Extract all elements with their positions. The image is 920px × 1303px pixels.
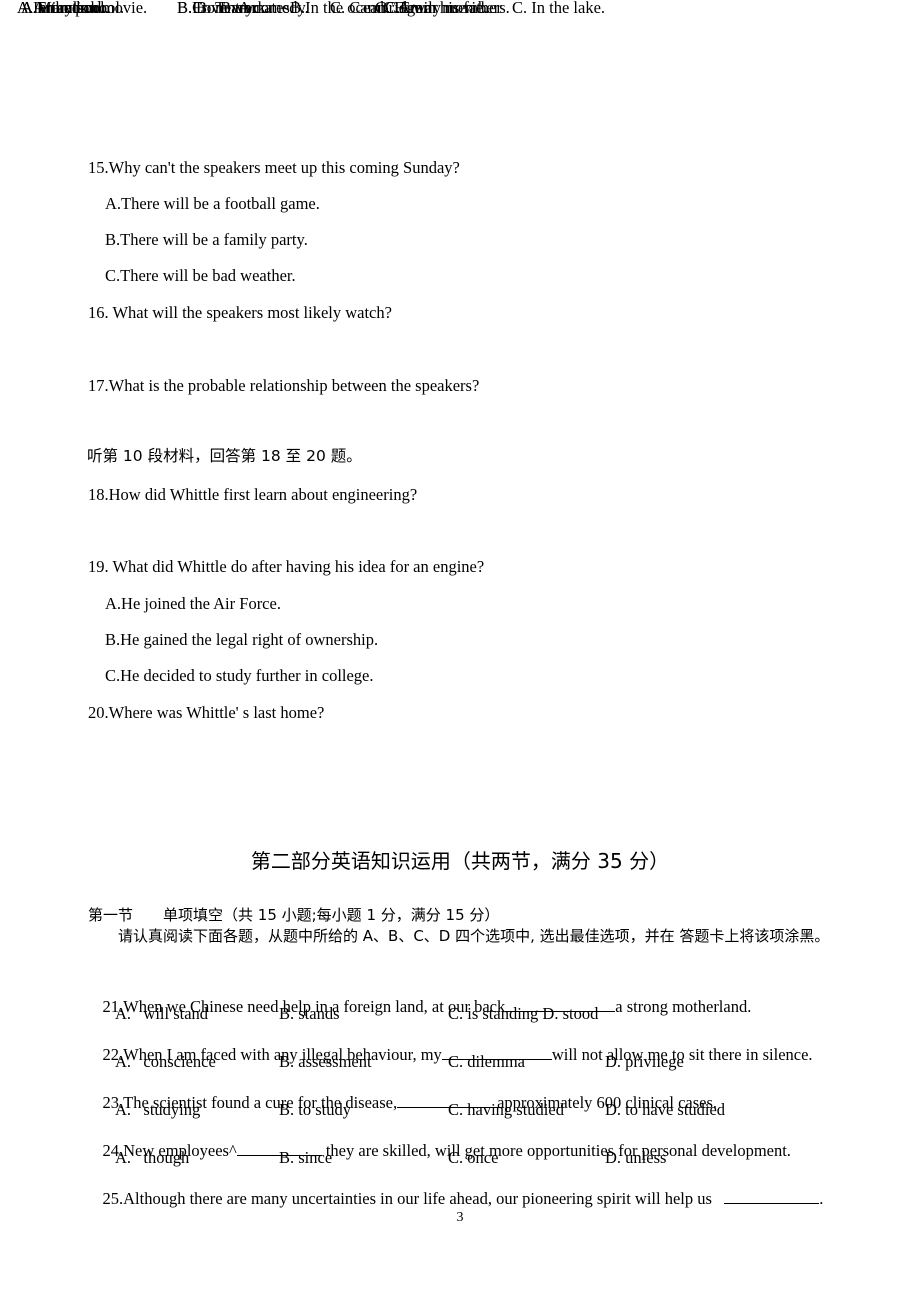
question-stem-17: 17.What is the probable relationship bet…: [88, 376, 480, 395]
option-d-q24: D. unless: [605, 1148, 667, 1167]
option-c-q19: C.He decided to study further in college…: [105, 666, 374, 685]
section-one-directions: 请认真阅读下面各题，从题中所给的 A、B、C、D 四个选项中, 选出最佳选项，并…: [88, 927, 830, 945]
page-number: 3: [456, 1210, 464, 1225]
question-stem-18: 18.How did Whittle first learn about eng…: [88, 485, 418, 504]
options-row-q21: A. will stand B. stands C. is standing D…: [86, 1004, 846, 1026]
option-a-q15: A.There will be a football game.: [105, 194, 320, 213]
option-b-q15: B.There will be a family party.: [105, 230, 308, 249]
answer-blank-25[interactable]: [724, 1202, 820, 1204]
stem-text-after-25: .: [819, 1188, 824, 1208]
options-row-q24: A. though B. since C. once D. unless: [86, 1148, 846, 1170]
option-b-q22: B. assessment: [279, 1052, 372, 1071]
question-stem-20: 20.Where was Whittle' s last home?: [88, 703, 325, 722]
option-c-q21: C. is standing D. stood: [448, 1004, 599, 1023]
option-c-q20: C. Cambridge.: [330, 0, 427, 17]
option-c-q24: C. once: [448, 1148, 499, 1167]
option-b-q20: B.Coventry.: [177, 0, 257, 17]
option-b-q21: B. stands: [279, 1004, 340, 1023]
option-b-q19: B.He gained the legal right of ownership…: [105, 630, 379, 649]
option-d-q22: D. privilege: [605, 1052, 684, 1071]
option-b-q23: B. to study: [279, 1100, 351, 1119]
document-page: A.In the pool. B.In the ocean. C. In the…: [0, 0, 920, 1303]
option-c: C. In the lake.: [512, 0, 606, 17]
option-a-q19: A.He joined the Air Force.: [105, 594, 281, 613]
question-stem-15: 15.Why can't the speakers meet up this c…: [88, 158, 460, 177]
question-stem-16: 16. What will the speakers most likely w…: [88, 303, 392, 322]
options-row-q23: A. studying B. to study C. having studie…: [86, 1100, 846, 1122]
part-two-heading: 第二部分英语知识运用（共两节，满分 35 分）: [250, 849, 670, 873]
stem-text-before-25: 25.Although there are many uncertainties…: [102, 1188, 725, 1208]
option-d-q23: D. to have studied: [605, 1100, 726, 1119]
listening-material-notice: 听第 10 段材料，回答第 18 至 20 题。: [87, 447, 362, 465]
option-a-q21: A. will stand: [115, 1004, 209, 1023]
option-c-q15: C.There will be bad weather.: [105, 266, 296, 285]
question-stem-19: 19. What did Whittle do after having his…: [88, 557, 485, 576]
option-a-q23: A. studying: [115, 1100, 201, 1119]
options-row-q22: A. conscience B. assessment C. dilemma D…: [86, 1052, 846, 1074]
option-a-q22: A. conscience: [115, 1052, 216, 1071]
section-one-title: 第一节 单项填空（共 15 小题;每小题 1 分，满分 15 分）: [88, 906, 500, 924]
option-a-q20: A.Maryland.: [21, 0, 106, 17]
option-b-q24: B. since: [279, 1148, 333, 1167]
option-c-q22: C. dilemma: [448, 1052, 525, 1071]
option-c-q23: C. having studied: [448, 1100, 564, 1119]
option-a-q24: A. though: [115, 1148, 190, 1167]
